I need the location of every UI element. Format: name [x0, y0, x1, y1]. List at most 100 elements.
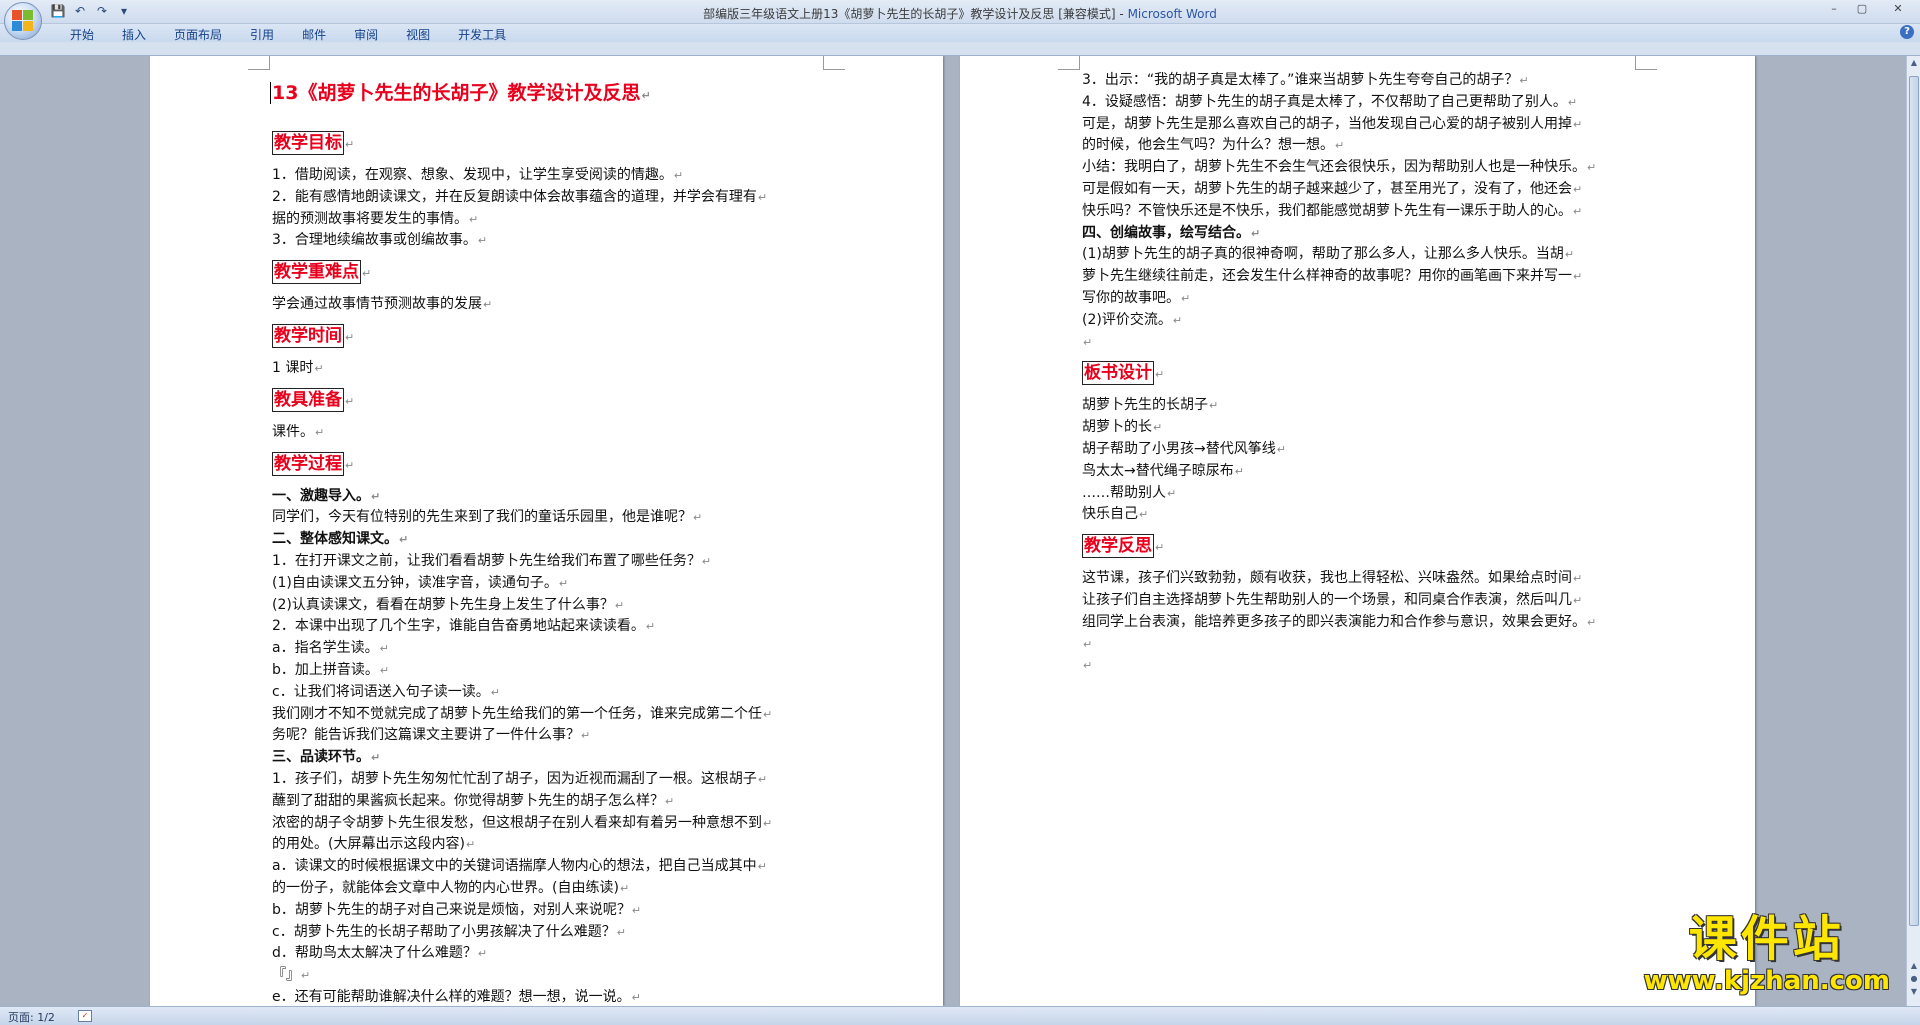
scroll-up-icon[interactable]: ▲ — [1908, 56, 1920, 70]
process-line: 2．本课中出现了几个生字，谁能自告奋勇地站起来读读看。↵ — [272, 618, 656, 635]
process-line: c．让我们将词语送入句子读一读。↵ — [272, 683, 500, 700]
crop-mark — [1635, 56, 1657, 70]
process-line: 务呢？能告诉我们这篇课文主要讲了一件什么事？↵ — [272, 727, 591, 744]
crop-mark — [823, 56, 845, 70]
goals-list: 1．借助阅读，在观察、想象、发现中，让学生享受阅读的情趣。↵ 2．能有感情地朗读课… — [272, 165, 832, 252]
reflection-line: 这节课，孩子们兴致勃勃，颇有收获，我也上得轻松、兴味盎然。如果给点时间↵ — [1082, 570, 1583, 587]
board-line: 鸟太太→替代绳子晾尿布↵ — [1082, 462, 1244, 479]
time-line: 1 课时↵ — [272, 359, 324, 376]
process-line: 的时候，他会生气吗？为什么？想一想。↵ — [1082, 137, 1345, 154]
process-line: 浓密的胡子令胡萝卜先生很发愁，但这根胡子在别人看来却有着另一种意想不到↵ — [272, 814, 773, 831]
reflection-line: ↵ — [1083, 637, 1093, 651]
process-line: e．还有可能帮助谁解决什么样的难题？想一想，说一说。↵ — [272, 988, 641, 1005]
next-page-icon[interactable]: ▼ — [1909, 987, 1919, 997]
process-line: b．加上拼音读。↵ — [272, 661, 390, 678]
process-line: a．读课文的时候根据课文中的关键词语揣摩人物内心的想法，把自己当成其中↵ — [272, 858, 767, 875]
crop-mark — [1058, 56, 1080, 70]
tools-line: 课件。↵ — [272, 423, 325, 440]
process-line: c．胡萝卜先生的长胡子帮助了小男孩解决了什么难题？↵ — [272, 923, 626, 940]
process-line: (2)认真读课文，看看在胡萝卜先生身上发生了什么事？↵ — [272, 596, 625, 613]
reflection-list: 这节课，孩子们兴致勃勃，颇有收获，我也上得轻松、兴味盎然。如果给点时间↵ 让孩子们… — [1082, 568, 1652, 677]
office-button[interactable] — [4, 2, 42, 40]
ribbon-collapsed-area — [0, 42, 1920, 56]
key-point-line: 学会通过故事情节预测故事的发展↵ — [272, 296, 493, 313]
process-line: 一、激趣导入。↵ — [272, 487, 381, 504]
vertical-scrollbar[interactable]: ▲ ▲ ● ▼ — [1906, 56, 1920, 1006]
window-title: 部编版三年级语文上册13《胡萝卜先生的长胡子》教学设计及反思 [兼容模式] - … — [0, 5, 1920, 22]
process-line: (1)自由读课文五分钟，读准字音，读通句子。↵ — [272, 574, 569, 591]
reflection-line: ↵ — [1083, 659, 1093, 673]
maximize-button[interactable]: ▢ — [1848, 0, 1876, 18]
process-line: (2)评价交流。↵ — [1082, 311, 1183, 328]
section-heading-goals: 教学目标 — [272, 131, 344, 155]
process-line: (1)胡萝卜先生的胡子真的很神奇啊，帮助了那么多人，让那么多人快乐。当胡↵ — [1082, 246, 1575, 263]
section-heading-board: 板书设计 — [1082, 361, 1154, 386]
goal-line: 3．合理地续编故事或创编故事。↵ — [272, 232, 488, 249]
time-list: 1 课时↵ — [272, 358, 832, 380]
process-line: 快乐吗？不管快乐还是不快乐，我们都能感觉胡萝卜先生有一课乐于助人的心。↵ — [1082, 202, 1583, 219]
window-controls: – ▢ ✕ — [1820, 0, 1920, 18]
text-cursor — [270, 82, 271, 104]
close-button[interactable]: ✕ — [1876, 0, 1920, 18]
board-line: 胡萝卜先生的长胡子↵ — [1082, 397, 1219, 414]
crop-mark — [248, 56, 270, 70]
board-line: 胡子帮助了小男孩→替代风筝线↵ — [1082, 440, 1286, 457]
process-line: d．帮助鸟太太解决了什么难题？↵ — [272, 945, 488, 962]
process-line: 写你的故事吧。↵ — [1082, 289, 1191, 306]
process-line: b．胡萝卜先生的胡子对自己来说是烦恼，对别人来说呢？↵ — [272, 901, 642, 918]
document-title: 部编版三年级语文上册13《胡萝卜先生的长胡子》教学设计及反思 [兼容模式] - — [703, 7, 1128, 21]
proofing-icon[interactable]: ✓ — [78, 1010, 92, 1022]
section-heading-key-points: 教学重难点 — [272, 260, 361, 285]
document-workspace[interactable]: 13《胡萝卜先生的长胡子》教学设计及反思↵ 教学目标 ↵ 1．借助阅读，在观察、想… — [0, 56, 1906, 1006]
office-logo-icon — [12, 10, 34, 32]
watermark-url: www.kjzhan.com — [1643, 966, 1890, 996]
page-indicator[interactable]: 页面: 1/2 — [8, 1009, 55, 1025]
help-icon[interactable]: ? — [1900, 25, 1914, 39]
process-list: 一、激趣导入。↵ 同学们，今天有位特别的先生来到了我们的童话乐园里，他是谁呢？↵ 二… — [272, 486, 832, 1006]
document-heading: 13《胡萝卜先生的长胡子》教学设计及反思↵ — [270, 82, 651, 104]
process-line: 萝卜先生继续往前走，还会发生什么样神奇的故事呢？用你的画笔画下来并写一↵ — [1082, 268, 1583, 285]
page-1-content: 13《胡萝卜先生的长胡子》教学设计及反思↵ 教学目标 ↵ 1．借助阅读，在观察、想… — [270, 80, 832, 1006]
previous-page-icon[interactable]: ▲ — [1909, 961, 1919, 971]
process-line: 蘸到了甜甜的果酱疯长起来。你觉得胡萝卜先生的胡子怎么样？↵ — [272, 792, 675, 809]
process-line: 可是假如有一天，胡萝卜先生的胡子越来越少了，甚至用光了，没有了，他还会↵ — [1082, 180, 1583, 197]
document-page-2[interactable]: 3．出示：“我的胡子真是太棒了。”谁来当胡萝卜先生夸夸自己的胡子？↵ 4．设疑感悟… — [960, 56, 1755, 1006]
section-heading-time: 教学时间 — [272, 323, 344, 348]
process-line: 同学们，今天有位特别的先生来到了我们的童话乐园里，他是谁呢？↵ — [272, 509, 703, 526]
board-line: ……帮助别人↵ — [1082, 484, 1177, 501]
process-line: 1．孩子们，胡萝卜先生匆匆忙忙刮了胡子，因为近视而漏刮了一根。这根胡子↵ — [272, 770, 768, 787]
section-heading-tools: 教具准备 — [272, 387, 344, 412]
scroll-thumb[interactable] — [1909, 76, 1919, 926]
process-line: 『』↵ — [272, 967, 311, 984]
document-page-1[interactable]: 13《胡萝卜先生的长胡子》教学设计及反思↵ 教学目标 ↵ 1．借助阅读，在观察、想… — [150, 56, 943, 1006]
key-points-list: 学会通过故事情节预测故事的发展↵ — [272, 294, 832, 316]
process-line: 的一份子，就能体会文章中人物的内心世界。(自由练读)↵ — [272, 879, 630, 896]
board-line: 胡萝卜的长↵ — [1082, 419, 1163, 436]
process-line: 可是，胡萝卜先生是那么喜欢自己的胡子，当他发现自己心爱的胡子被别人用掉↵ — [1082, 115, 1583, 132]
process-line: 3．出示：“我的胡子真是太棒了。”谁来当胡萝卜先生夸夸自己的胡子？↵ — [1082, 72, 1529, 88]
ribbon-tabs-bar: 开始 插入 页面布局 引用 邮件 审阅 视图 开发工具 ? — [0, 24, 1920, 42]
goal-line: 据的预测故事将要发生的事情。↵ — [272, 210, 479, 227]
board-line: 快乐自己↵ — [1082, 506, 1149, 523]
reflection-line: 让孩子们自主选择胡萝卜先生帮助别人的一个场景，和同桌合作表演，然后叫几↵ — [1082, 591, 1583, 608]
process-line: 1．在打开课文之前，让我们看看胡萝卜先生给我们布置了哪些任务？↵ — [272, 552, 712, 569]
status-bar: 页面: 1/2 ✓ — [0, 1006, 1920, 1025]
process-line: 三、品读环节。↵ — [272, 749, 381, 766]
watermark-brand: 课件站 — [1688, 911, 1845, 967]
page-2-content: 3．出示：“我的胡子真是太棒了。”谁来当胡萝卜先生夸夸自己的胡子？↵ 4．设疑感悟… — [1082, 70, 1652, 677]
process-line: 的用处。(大屏幕出示这段内容)↵ — [272, 836, 476, 853]
section-heading-process: 教学过程 — [272, 451, 344, 476]
watermark-logo: 课件站 www.kjzhan.com — [1644, 911, 1890, 995]
title-bar: 💾 ↶ ↷ ▾ 部编版三年级语文上册13《胡萝卜先生的长胡子》教学设计及反思 [… — [0, 0, 1920, 24]
select-browse-object-icon[interactable]: ● — [1909, 974, 1919, 984]
process-line: 二、整体感知课文。↵ — [272, 531, 409, 548]
process-line: a．指名学生读。↵ — [272, 640, 389, 657]
board-list: 胡萝卜先生的长胡子↵ 胡萝卜的长↵ 胡子帮助了小男孩→替代风筝线↵ 鸟太太→替代绳子晾… — [1082, 395, 1652, 526]
minimize-button[interactable]: – — [1820, 0, 1848, 18]
process-line: 4．设疑感悟：胡萝卜先生的胡子真是太棒了，不仅帮助了自己更帮助了别人。↵ — [1082, 93, 1578, 110]
tools-list: 课件。↵ — [272, 422, 832, 444]
process-line: 我们刚才不知不觉就完成了胡萝卜先生给我们的第一个任务，谁来完成第二个任↵ — [272, 705, 773, 722]
continued-process-list: 3．出示：“我的胡子真是太棒了。”谁来当胡萝卜先生夸夸自己的胡子？↵ 4．设疑感悟… — [1082, 70, 1652, 353]
app-name: Microsoft Word — [1127, 7, 1217, 21]
process-line: 小结：我明白了，胡萝卜先生不会生气还会很快乐，因为帮助别人也是一种快乐。↵ — [1082, 159, 1597, 176]
